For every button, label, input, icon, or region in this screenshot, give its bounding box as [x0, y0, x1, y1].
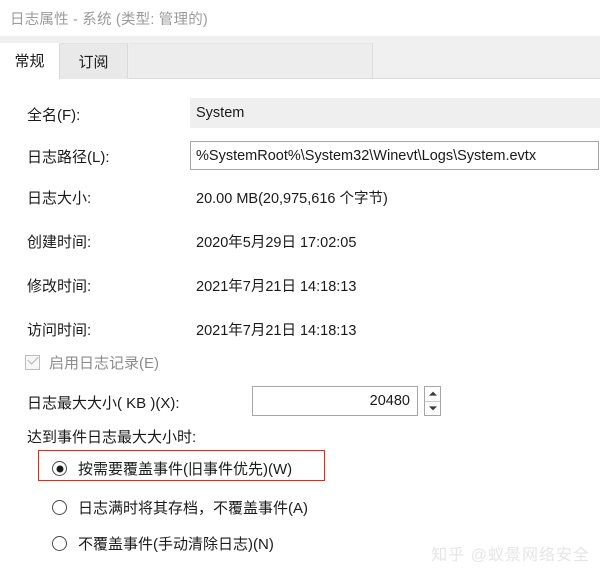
when-max-reached-label: 达到事件日志最大大小时:: [27, 429, 197, 446]
tab-general-label: 常规: [14, 53, 45, 70]
radio-unselected-icon: [52, 536, 67, 551]
max-log-size-input[interactable]: 20480: [252, 386, 418, 416]
window-title-bar: 日志属性 - 系统 (类型: 管理的): [0, 0, 600, 36]
accessed-time-value: 2021年7月21日 14:18:13: [196, 323, 357, 339]
tab-strip: 常规 订阅: [0, 36, 600, 80]
max-log-size-value: 20480: [369, 393, 410, 409]
tab-strip-filler: [129, 43, 373, 80]
checkbox-icon: [25, 353, 40, 370]
created-time-value: 2020年5月29日 17:02:05: [196, 235, 357, 251]
radio-overwrite-as-needed-label: 按需要覆盖事件(旧事件优先)(W): [78, 461, 293, 478]
log-path-label: 日志路径(L):: [27, 149, 110, 166]
modified-time-value: 2021年7月21日 14:18:13: [196, 279, 357, 295]
created-time-label: 创建时间:: [27, 234, 92, 251]
radio-overwrite-as-needed[interactable]: 按需要覆盖事件(旧事件优先)(W): [52, 458, 292, 479]
modified-time-label: 修改时间:: [27, 278, 92, 295]
radio-selected-icon: [52, 461, 67, 476]
enable-logging-label: 启用日志记录(E): [49, 355, 159, 372]
log-size-label: 日志大小:: [27, 190, 92, 207]
log-size-value: 20.00 MB(20,975,616 个字节): [196, 191, 388, 207]
watermark: 知乎 @蚁景网络安全: [431, 547, 590, 564]
row-accessed-time: 访问时间: 2021年7月21日 14:18:13: [0, 317, 600, 339]
tab-general[interactable]: 常规: [0, 43, 59, 79]
row-created-time: 创建时间: 2020年5月29日 17:02:05: [0, 229, 600, 251]
log-path-value: %SystemRoot%\System32\Winevt\Logs\System…: [196, 147, 537, 164]
row-log-path: 日志路径(L): %SystemRoot%\System32\Winevt\Lo…: [0, 141, 600, 170]
stepper-up-button[interactable]: [425, 387, 440, 401]
checkmark-icon: [27, 353, 39, 365]
log-path-input[interactable]: %SystemRoot%\System32\Winevt\Logs\System…: [190, 141, 599, 170]
tab-subscriptions-label: 订阅: [78, 54, 109, 71]
tab-subscriptions[interactable]: 订阅: [59, 43, 128, 79]
full-name-value: System: [196, 105, 245, 121]
accessed-time-label: 访问时间:: [27, 322, 92, 339]
tab-active-underline-gap: [0, 77, 59, 79]
chevron-up-icon: [428, 391, 437, 396]
chevron-down-icon: [428, 406, 437, 411]
full-name-field: System: [190, 98, 600, 128]
radio-archive-when-full[interactable]: 日志满时将其存档，不覆盖事件(A): [52, 497, 308, 518]
row-log-size: 日志大小: 20.00 MB(20,975,616 个字节): [0, 185, 600, 207]
radio-unselected-icon: [52, 500, 67, 515]
radio-dot-icon: [56, 465, 63, 472]
row-modified-time: 修改时间: 2021年7月21日 14:18:13: [0, 273, 600, 295]
max-log-size-label: 日志最大大小( KB )(X):: [27, 395, 180, 412]
row-full-name: 全名(F): System: [0, 98, 600, 128]
stepper-down-button[interactable]: [425, 400, 440, 415]
radio-archive-when-full-label: 日志满时将其存档，不覆盖事件(A): [78, 500, 308, 517]
radio-do-not-overwrite-label: 不覆盖事件(手动清除日志)(N): [78, 536, 274, 553]
enable-logging-checkbox[interactable]: 启用日志记录(E): [25, 352, 159, 373]
full-name-label: 全名(F):: [27, 107, 81, 124]
max-log-size-stepper[interactable]: [424, 386, 441, 416]
radio-do-not-overwrite[interactable]: 不覆盖事件(手动清除日志)(N): [52, 533, 274, 554]
window-title: 日志属性 - 系统 (类型: 管理的): [10, 11, 208, 28]
